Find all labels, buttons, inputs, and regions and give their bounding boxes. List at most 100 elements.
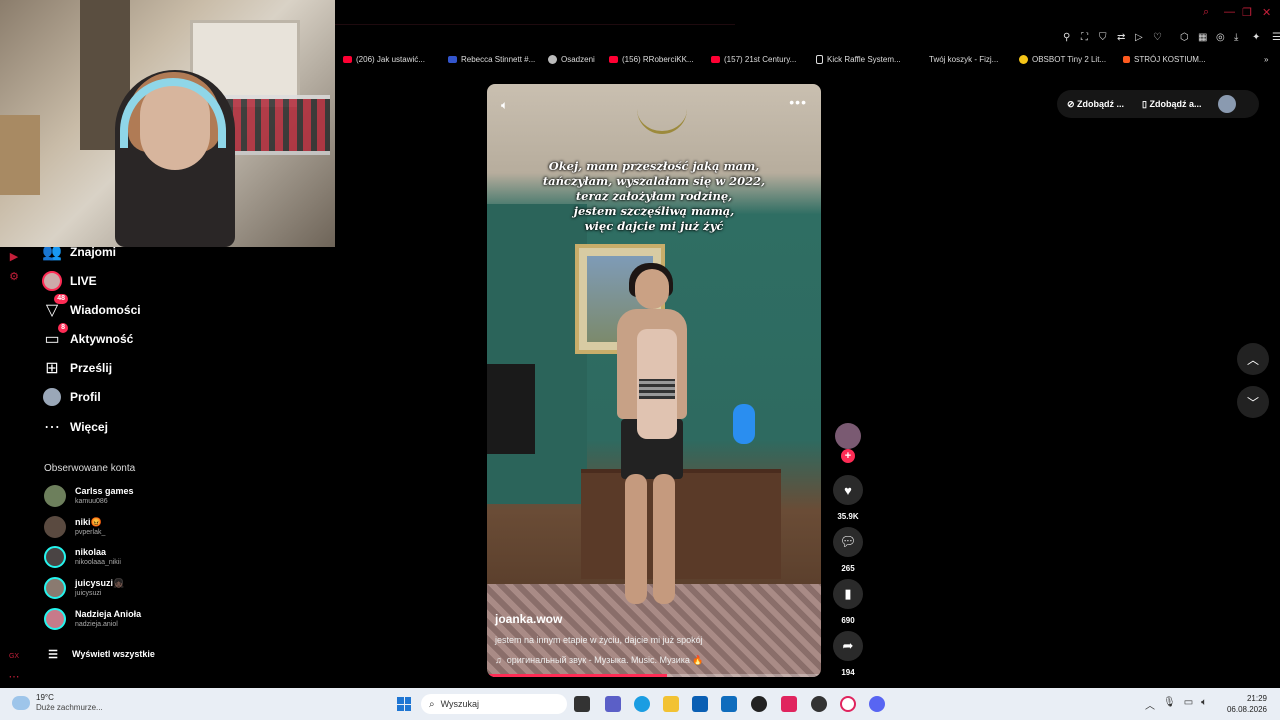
menu-icon[interactable]: ☰ xyxy=(1272,32,1280,43)
author-avatar[interactable] xyxy=(835,423,861,449)
record-icon[interactable] xyxy=(781,696,797,712)
next-video-button[interactable]: ﹀ xyxy=(1237,386,1269,418)
save-count: 690 xyxy=(841,616,855,625)
bookmark-item[interactable]: OBSBOT Tiny 2 Lit... xyxy=(1019,55,1106,64)
coins-button[interactable]: ⊘ Zdobądź ... xyxy=(1067,99,1124,110)
start-button[interactable] xyxy=(397,697,411,711)
bookmark-icon[interactable]: ▮ xyxy=(833,579,863,609)
teams-icon[interactable] xyxy=(605,696,621,712)
close-icon[interactable]: ✕ xyxy=(1262,6,1271,19)
taskbar-search[interactable]: ⌕ Wyszukaj xyxy=(421,694,567,714)
bookmark-item[interactable]: Rebecca Stinnett #... xyxy=(448,55,535,64)
nav-profile[interactable]: Profil xyxy=(42,386,101,408)
music-note-icon: ♫ xyxy=(495,655,502,665)
maximize-icon[interactable]: ❐ xyxy=(1242,6,1252,19)
play-icon[interactable]: ▷ xyxy=(1135,32,1143,43)
translate-icon[interactable]: ⇄ xyxy=(1117,32,1125,43)
comment-action[interactable]: 💬︎ 265 xyxy=(832,527,864,573)
follow-plus-icon[interactable]: + xyxy=(841,449,855,463)
nav-label: Więcej xyxy=(70,420,108,434)
comment-icon[interactable]: 💬︎ xyxy=(833,527,863,557)
see-all-button[interactable]: ☰ Wyświetl wszystkie xyxy=(46,644,155,664)
video-more-icon[interactable]: ••• xyxy=(789,94,807,110)
heart-icon[interactable]: ♡ xyxy=(1153,32,1162,43)
bookmarks-overflow-icon[interactable]: » xyxy=(1264,55,1268,64)
video-author[interactable]: joanka.wow xyxy=(495,612,562,626)
nav-live[interactable]: LIVE xyxy=(42,270,97,292)
sound-label: оригинальный звук - Музыка. Music. Музик… xyxy=(506,655,704,665)
bookmark-label: (157) 21st Century... xyxy=(724,55,797,64)
account-name: nikolaa xyxy=(75,547,107,557)
save-action[interactable]: ▮ 690 xyxy=(832,579,864,625)
clock[interactable]: 21:29 06.08.2026 xyxy=(1225,693,1267,715)
explorer-icon[interactable] xyxy=(663,696,679,712)
bookmark-item[interactable]: STRÓJ KOSTIUM... xyxy=(1123,55,1206,64)
outlook-icon[interactable] xyxy=(721,696,737,712)
user-avatar[interactable] xyxy=(1217,95,1236,113)
obs-icon[interactable] xyxy=(811,696,827,712)
extensions-icon[interactable]: ⬡ xyxy=(1180,32,1189,43)
bookmark-item[interactable]: Twój koszyk - Fizj... xyxy=(929,55,998,64)
video-player[interactable]: Okej, mam przeszłość jaką mam, tańczyłam… xyxy=(487,84,821,677)
nav-activity[interactable]: ▭ 8 Aktywność xyxy=(42,323,133,350)
nav-messages[interactable]: ▽ 48 Wiadomości xyxy=(42,294,141,321)
tray-chevron-icon[interactable]: ︿ xyxy=(1145,697,1155,712)
bookmark-label: (156) RRoberciKK... xyxy=(622,55,694,64)
bookmark-item[interactable]: (156) RRoberciKK... xyxy=(609,55,694,64)
volume-icon[interactable]: 🔈︎ xyxy=(1201,697,1207,712)
qr-icon[interactable]: ▦ xyxy=(1198,32,1207,43)
store-icon[interactable] xyxy=(692,696,708,712)
account-item[interactable]: Nadzieja Anioła nadzieja.aniol xyxy=(44,608,141,630)
mic-icon[interactable]: 🎙︎ xyxy=(1163,697,1176,712)
nav-label: Wiadomości xyxy=(70,303,141,317)
camera-icon[interactable]: ◎ xyxy=(1216,32,1225,43)
video-tv xyxy=(487,364,535,454)
bookmark-item[interactable]: (206) Jak ustawić... xyxy=(343,55,425,64)
pin-icon[interactable]: ⚲ xyxy=(1063,32,1070,43)
youtube-icon xyxy=(711,56,720,63)
account-item[interactable]: Carlss games kamuu086 xyxy=(44,485,134,507)
previous-video-button[interactable]: ︿ xyxy=(1237,343,1269,375)
rail-more-icon[interactable]: ⋯ xyxy=(8,671,20,683)
minimize-icon[interactable]: — xyxy=(1224,6,1235,18)
share-action[interactable]: ➦ 194 xyxy=(832,631,864,677)
opera-gx-icon[interactable] xyxy=(840,696,856,712)
bookmark-item[interactable]: (157) 21st Century... xyxy=(711,55,796,64)
account-item[interactable]: nikolaa nikoolaaa_nikii xyxy=(44,546,121,568)
bookmark-item[interactable]: Kick Raffle System... xyxy=(816,55,901,64)
account-item[interactable]: niki😡 pvperlak_ xyxy=(44,516,105,538)
search-icon: ⌕ xyxy=(429,698,435,710)
screenshot-icon[interactable]: ⛶ xyxy=(1081,32,1088,43)
shield-icon[interactable]: ⛉ xyxy=(1099,32,1107,43)
bookmark-label: OBSBOT Tiny 2 Lit... xyxy=(1032,55,1107,64)
account-item[interactable]: juicysuzi👧🏿 juicysuzi xyxy=(44,577,124,599)
video-progress[interactable] xyxy=(487,674,821,677)
download-icon[interactable]: ⤓ xyxy=(1234,32,1238,43)
video-sound[interactable]: ♫ оригинальный звук - Музыка. Music. Муз… xyxy=(495,655,704,666)
bookmark-item[interactable]: Osadzeni xyxy=(548,55,595,64)
heart-icon[interactable]: ♥ xyxy=(833,475,863,505)
mute-icon[interactable]: 🔈︎ xyxy=(501,98,508,113)
weather-widget[interactable]: 19°C Duże zachmurze... xyxy=(12,693,103,713)
gx-icon[interactable]: GX xyxy=(8,651,20,663)
discord-icon[interactable] xyxy=(869,696,885,712)
video-woman xyxy=(607,263,697,609)
account-name: Carlss games xyxy=(75,486,134,496)
search-icon[interactable]: ⌕ xyxy=(1203,6,1209,19)
task-view-icon[interactable] xyxy=(574,696,590,712)
app-icon[interactable] xyxy=(751,696,767,712)
video-wall xyxy=(487,204,587,504)
network-icon[interactable]: ▭ xyxy=(1184,697,1193,712)
nav-upload[interactable]: ⊞ Prześlij xyxy=(42,357,112,379)
account-avatar xyxy=(44,516,66,538)
avatar-icon xyxy=(548,55,557,64)
nav-more[interactable]: ⋯ Więcej xyxy=(42,416,108,438)
like-action[interactable]: ♥ 35.9K xyxy=(832,475,864,521)
get-app-button[interactable]: ▯ Zdobądź a... xyxy=(1142,99,1201,110)
edge-icon[interactable] xyxy=(634,696,650,712)
twitch-icon[interactable]: ▶ xyxy=(8,251,20,263)
settings-icon[interactable]: ⚙ xyxy=(8,271,20,283)
share-icon[interactable]: ➦ xyxy=(833,631,863,661)
account-handle: kamuu086 xyxy=(75,498,108,505)
ai-icon[interactable]: ✦ xyxy=(1252,32,1260,43)
